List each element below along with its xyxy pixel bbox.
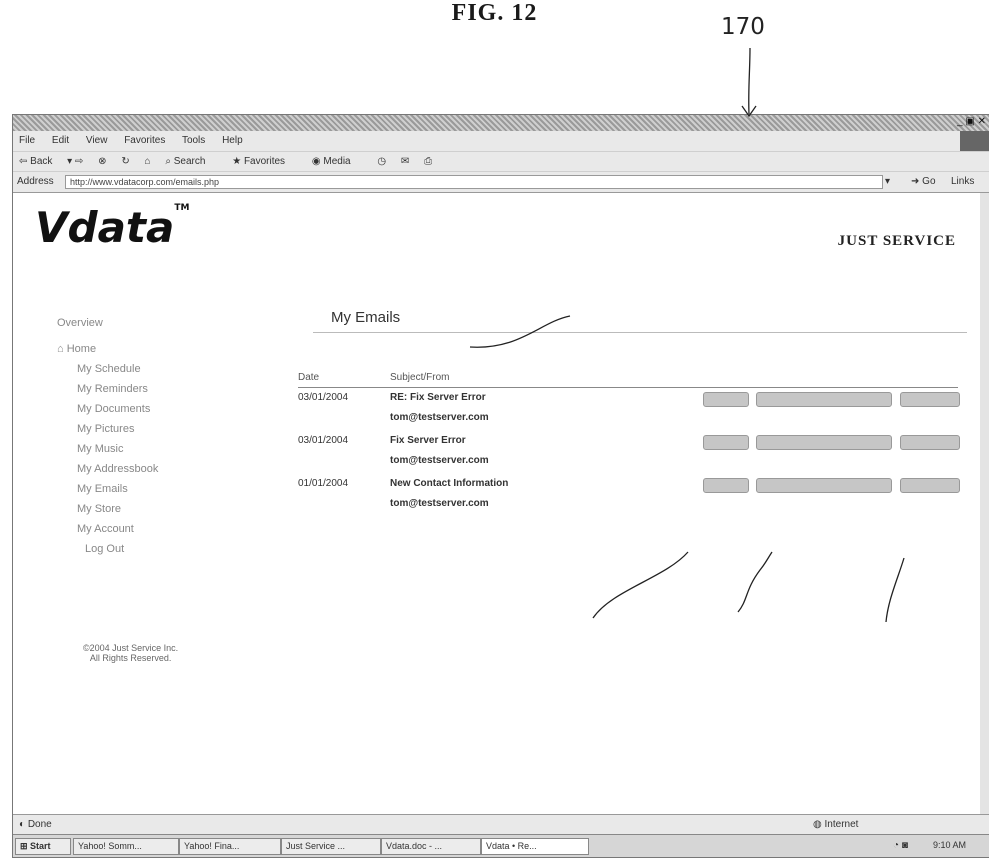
- nav-my-pictures[interactable]: My Pictures: [57, 419, 158, 439]
- menu-edit[interactable]: Edit: [52, 135, 69, 146]
- page-title: My Emails: [313, 307, 967, 333]
- browser-window: _ ▣ ✕ File Edit View Favorites Tools Hel…: [12, 114, 989, 858]
- row-from[interactable]: tom@testserver.com: [390, 498, 489, 509]
- nav-my-schedule[interactable]: My Schedule: [57, 359, 158, 379]
- vdata-logo: VdataTM: [35, 203, 190, 252]
- row-button-178[interactable]: [900, 478, 960, 493]
- row-button-174[interactable]: [703, 435, 749, 450]
- address-dropdown-icon[interactable]: ▾: [885, 176, 890, 187]
- nav-overview[interactable]: Overview: [57, 313, 158, 333]
- row-button-178[interactable]: [900, 392, 960, 407]
- print-icon[interactable]: ⎙: [424, 156, 432, 167]
- stop-icon[interactable]: ⊗: [98, 156, 106, 167]
- menu-tools[interactable]: Tools: [182, 135, 205, 146]
- taskbar-item[interactable]: Yahoo! Somm...: [73, 838, 179, 855]
- table-header: Date Subject/From: [298, 371, 958, 388]
- nav-my-store[interactable]: My Store: [57, 499, 158, 519]
- security-zone: ◍ Internet: [813, 819, 859, 830]
- row-button-174[interactable]: [703, 478, 749, 493]
- row-date: 03/01/2004: [298, 435, 349, 446]
- taskbar-item[interactable]: Vdata.doc - ...: [381, 838, 481, 855]
- search-button[interactable]: ⌕ Search: [165, 156, 217, 167]
- menu-help[interactable]: Help: [222, 135, 243, 146]
- menu-favorites[interactable]: Favorites: [124, 135, 165, 146]
- nav-my-emails[interactable]: My Emails: [57, 479, 158, 499]
- row-date: 01/01/2004: [298, 478, 349, 489]
- sidebar-nav: Overview ⌂ Home My Schedule My Reminders…: [57, 313, 158, 559]
- address-input[interactable]: http://www.vdatacorp.com/emails.php: [65, 175, 883, 189]
- links-button[interactable]: Links: [951, 176, 974, 187]
- media-button[interactable]: ◉ Media: [312, 156, 363, 167]
- refresh-icon[interactable]: ↻: [121, 156, 129, 167]
- figure-title: FIG. 12: [451, 0, 538, 26]
- address-label: Address: [17, 176, 54, 187]
- home-icon: ⌂: [57, 343, 64, 355]
- row-subject[interactable]: New Contact Information: [390, 478, 508, 489]
- start-button[interactable]: ⊞ Start: [15, 838, 71, 855]
- nav-log-out[interactable]: Log Out: [57, 539, 158, 559]
- menu-file[interactable]: File: [19, 135, 35, 146]
- column-subject: Subject/From: [390, 372, 450, 383]
- row-subject[interactable]: RE: Fix Server Error: [390, 392, 486, 403]
- row-from[interactable]: tom@testserver.com: [390, 455, 489, 466]
- brand-name: JUST SERVICE: [837, 233, 956, 249]
- favorites-button[interactable]: ★ Favorites: [232, 156, 297, 167]
- table-row[interactable]: 03/01/2004 Fix Server Error tom@testserv…: [298, 431, 960, 474]
- status-bar: ◐ Done ◍ Internet: [13, 814, 989, 835]
- menu-bar: File Edit View Favorites Tools Help: [13, 131, 989, 151]
- table-row[interactable]: 01/01/2004 New Contact Information tom@t…: [298, 474, 960, 517]
- taskbar-item[interactable]: Yahoo! Fina...: [179, 838, 281, 855]
- column-date: Date: [298, 372, 320, 383]
- copyright: ©2004 Just Service Inc. All Rights Reser…: [83, 643, 179, 663]
- row-button-174[interactable]: [703, 392, 749, 407]
- taskbar: ⊞ Start Yahoo! Somm... Yahoo! Fina... Ju…: [13, 834, 989, 857]
- back-button[interactable]: ⇦ Back ▾ ⇨: [19, 156, 83, 167]
- taskbar-item-active[interactable]: Vdata • Re...: [481, 838, 589, 855]
- nav-my-account[interactable]: My Account: [57, 519, 158, 539]
- address-bar: Address http://www.vdatacorp.com/emails.…: [13, 171, 989, 193]
- row-button-176[interactable]: [756, 478, 892, 493]
- home-icon[interactable]: ⌂: [145, 156, 151, 167]
- tray-icons: ◔ ◙: [893, 840, 908, 851]
- page-content: VdataTM JUST SERVICE Overview ⌂ Home My …: [13, 193, 989, 815]
- row-subject[interactable]: Fix Server Error: [390, 435, 466, 446]
- row-button-178[interactable]: [900, 435, 960, 450]
- nav-my-addressbook[interactable]: My Addressbook: [57, 459, 158, 479]
- go-button[interactable]: ➜ Go: [911, 176, 936, 187]
- mail-icon[interactable]: ✉: [401, 156, 409, 167]
- ie-logo-icon: [960, 131, 989, 151]
- toolbar: ⇦ Back ▾ ⇨ ⊗ ↻ ⌂ ⌕ Search ★ Favorites ◉ …: [13, 151, 989, 172]
- nav-my-reminders[interactable]: My Reminders: [57, 379, 158, 399]
- history-icon[interactable]: ◷: [377, 156, 386, 167]
- leader-170: [748, 47, 751, 115]
- row-button-176[interactable]: [756, 435, 892, 450]
- nav-home[interactable]: ⌂ Home: [57, 339, 158, 359]
- menu-view[interactable]: View: [86, 135, 108, 146]
- row-from[interactable]: tom@testserver.com: [390, 412, 489, 423]
- title-bar[interactable]: _ ▣ ✕: [13, 115, 989, 131]
- clock: 9:10 AM: [933, 840, 967, 850]
- emails-table: Date Subject/From 03/01/2004 RE: Fix Ser…: [298, 371, 960, 517]
- row-date: 03/01/2004: [298, 392, 349, 403]
- status-text: ◐ Done: [19, 819, 52, 830]
- taskbar-item[interactable]: Just Service ...: [281, 838, 381, 855]
- row-button-176[interactable]: [756, 392, 892, 407]
- nav-my-music[interactable]: My Music: [57, 439, 158, 459]
- window-controls[interactable]: _ ▣ ✕: [957, 116, 986, 127]
- nav-my-documents[interactable]: My Documents: [57, 399, 158, 419]
- reference-170: 170: [721, 14, 765, 40]
- table-row[interactable]: 03/01/2004 RE: Fix Server Error tom@test…: [298, 388, 960, 431]
